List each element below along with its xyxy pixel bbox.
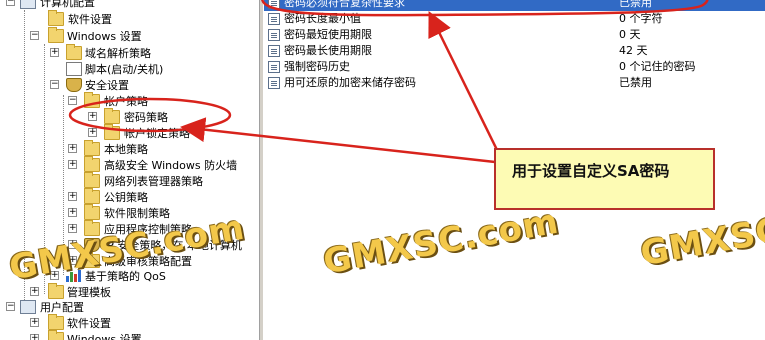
callout-text: 用于设置自定义SA密码	[512, 162, 670, 180]
arrow-to-password-policy	[180, 117, 496, 164]
arrow-to-complexity-row	[428, 11, 502, 157]
highlight-loop-complexity-row	[261, 0, 709, 17]
highlight-ellipse-password-policy	[68, 97, 232, 133]
annotation-callout: 用于设置自定义SA密码	[494, 148, 715, 210]
